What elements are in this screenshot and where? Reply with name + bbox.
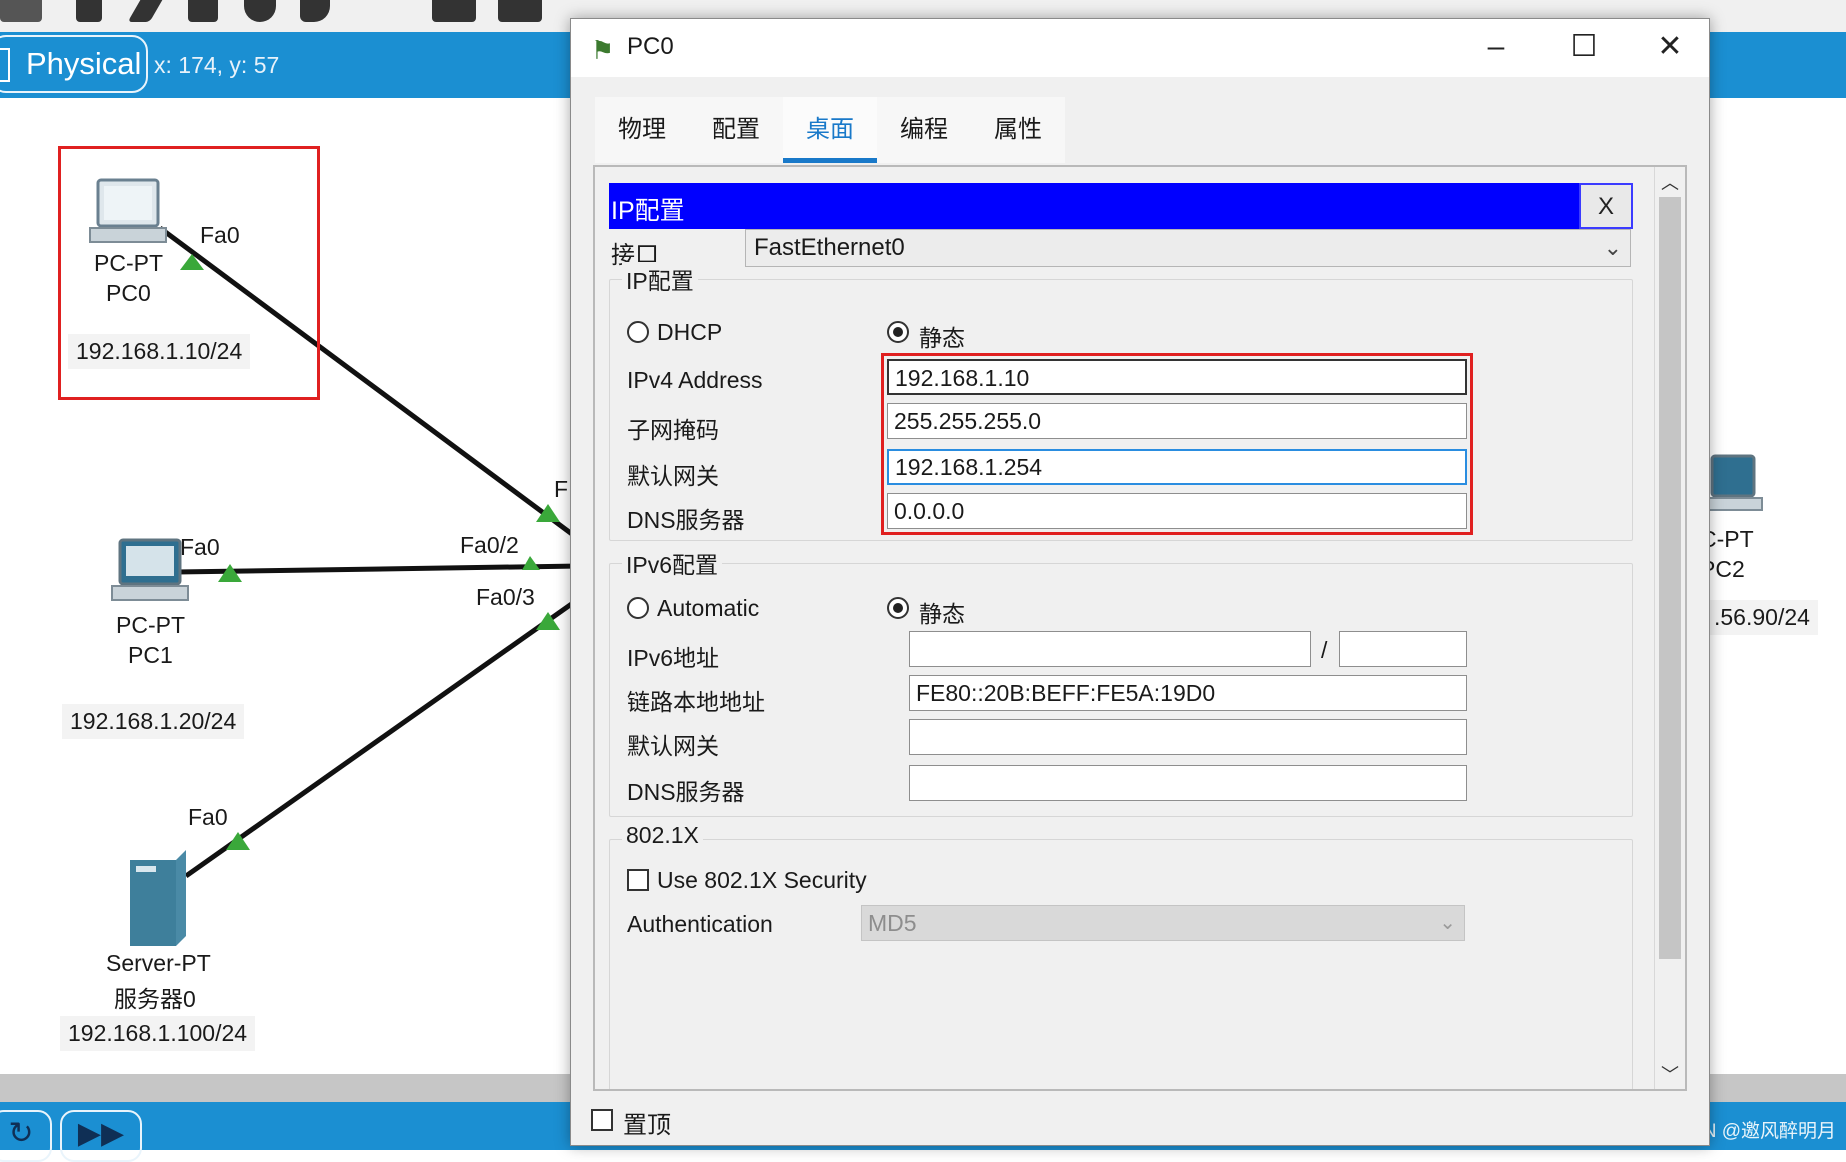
prefix-separator: / (1321, 637, 1328, 663)
ipv6-automatic-radio[interactable] (627, 597, 649, 619)
ipv4-group-title: IP配置 (622, 262, 698, 296)
pc0-ip-label: 192.168.1.10/24 (68, 334, 251, 369)
interface-value: FastEthernet0 (754, 234, 905, 261)
pc1-name-label: PC1 (128, 642, 173, 668)
chevron-down-icon: ⌄ (1603, 235, 1622, 260)
authentication-select[interactable]: MD5 ⌄ (861, 905, 1465, 941)
tab-programming[interactable]: 编程 (877, 97, 971, 163)
desktop-content-panel: IP配置 X 接口 FastEthernet0 ⌄ IP配置 DHCP 静态 I… (593, 165, 1687, 1091)
pc1-port-label: Fa0 (180, 534, 220, 560)
interface-select[interactable]: FastEthernet0 ⌄ (745, 229, 1631, 267)
server-type-label: Server-PT (106, 950, 211, 976)
use-dot1x-checkbox[interactable] (627, 869, 649, 891)
default-gateway-label: 默认网关 (627, 463, 719, 489)
ipv4-fields-highlight-box (881, 353, 1473, 535)
link-local-label: 链路本地地址 (627, 689, 765, 715)
pc0-type-label: PC-PT (94, 250, 163, 276)
ipv6-gateway-input[interactable] (909, 719, 1467, 755)
ipv6-automatic-label: Automatic (657, 595, 760, 621)
ipv4-address-label: IPv4 Address (627, 367, 763, 393)
always-on-top-checkbox[interactable] (591, 1109, 613, 1131)
dialog-title: PC0 (627, 33, 674, 60)
scroll-down-icon[interactable]: ﹀ (1661, 1061, 1679, 1087)
pc-app-icon: ⚑ (591, 35, 615, 65)
ipv6-gateway-label: 默认网关 (627, 733, 719, 759)
dialog-titlebar[interactable]: ⚑ PC0 – ☐ ✕ (571, 19, 1709, 77)
chevron-down-icon: ⌄ (1439, 912, 1456, 934)
ipv6-prefix-input[interactable] (1339, 631, 1467, 667)
switch-port-fa02-label: Fa0/2 (460, 532, 519, 558)
pc1-device-icon (111, 538, 189, 601)
server-port-label: Fa0 (188, 804, 228, 830)
pc1-ip-label: 192.168.1.20/24 (62, 704, 245, 739)
ipv6-static-radio[interactable] (887, 597, 909, 619)
switch-port-fa03-label: Fa0/3 (476, 584, 535, 610)
ipv6-dns-input[interactable] (909, 765, 1467, 801)
ipv4-static-label: 静态 (919, 325, 965, 351)
server-device-icon (130, 850, 186, 946)
pc2-device-icon (1707, 454, 1763, 511)
maximize-button[interactable]: ☐ (1555, 25, 1613, 71)
ipv6-static-label: 静态 (919, 601, 965, 627)
dot1x-group-title: 802.1X (622, 822, 703, 849)
ipv6-address-label: IPv6地址 (627, 645, 720, 671)
always-on-top-label: 置顶 (623, 1112, 671, 1139)
authentication-value: MD5 (868, 910, 917, 936)
ipv6-dns-label: DNS服务器 (627, 779, 745, 805)
dhcp-label: DHCP (657, 319, 723, 345)
tab-config[interactable]: 配置 (689, 97, 783, 163)
link-light-switch-fa02 (522, 556, 540, 570)
content-vertical-scrollbar[interactable]: ︿ ﹀ (1654, 167, 1685, 1089)
server-ip-label: 192.168.1.100/24 (60, 1016, 256, 1051)
link-local-input[interactable]: FE80::20B:BEFF:FE5A:19D0 (909, 675, 1467, 711)
server-name-label: 服务器0 (114, 986, 196, 1012)
use-dot1x-label: Use 802.1X Security (657, 867, 867, 893)
cable-server-switch (184, 595, 582, 879)
dns-server-label: DNS服务器 (627, 507, 745, 533)
ipv6-group-title: IPv6配置 (622, 546, 723, 580)
minimize-button[interactable]: – (1467, 25, 1525, 71)
cable-pc1-switch (175, 563, 581, 575)
pc1-type-label: PC-PT (116, 612, 185, 638)
ip-config-title: IP配置 (611, 197, 685, 225)
ipv6-address-input[interactable] (909, 631, 1311, 667)
pc0-name-label: PC0 (106, 280, 151, 306)
ip-config-header: IP配置 X (609, 183, 1633, 229)
tab-physical[interactable]: 物理 (595, 97, 689, 163)
authentication-label: Authentication (627, 911, 773, 937)
ip-config-close-button[interactable]: X (1579, 183, 1633, 229)
close-button[interactable]: ✕ (1641, 25, 1699, 71)
switch-port-f-label: F (554, 476, 569, 502)
scroll-up-icon[interactable]: ︿ (1661, 169, 1679, 195)
pc0-port-label: Fa0 (200, 222, 240, 248)
dhcp-radio[interactable] (627, 321, 649, 343)
pc2-ip-label: .56.90/24 (1706, 600, 1818, 635)
ipv4-static-radio[interactable] (887, 321, 909, 343)
tab-desktop[interactable]: 桌面 (783, 97, 877, 163)
scroll-thumb[interactable] (1659, 197, 1681, 959)
subnet-mask-label: 子网掩码 (627, 417, 719, 443)
fast-forward-button[interactable]: ▶▶ (60, 1110, 142, 1162)
pc0-config-dialog: ⚑ PC0 – ☐ ✕ 物理 配置 桌面 编程 属性 IP配置 X 接口 Fas… (570, 18, 1710, 1146)
tab-attributes[interactable]: 属性 (971, 97, 1065, 163)
reset-time-button[interactable]: ↻ (0, 1110, 52, 1162)
